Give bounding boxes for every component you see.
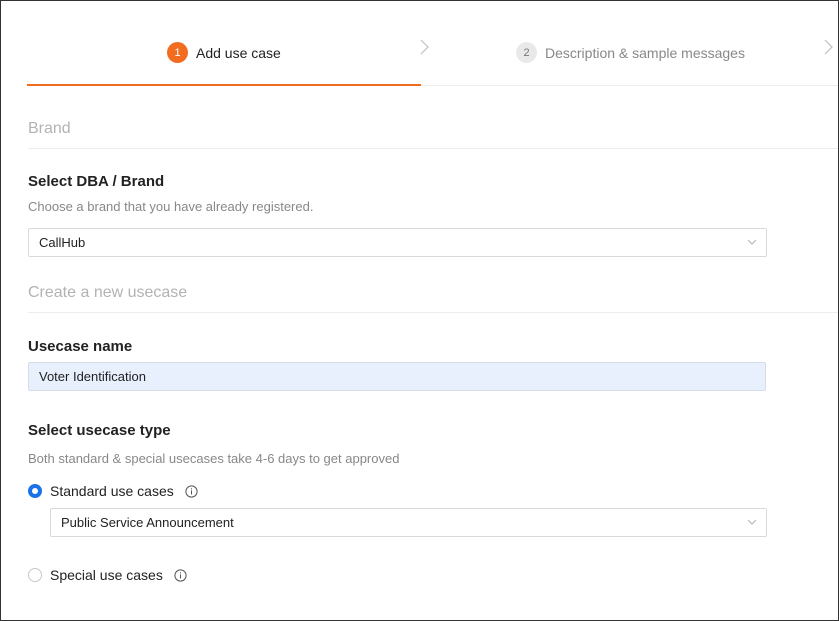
usecase-type-label: Select usecase type	[28, 422, 171, 439]
standard-radio-label: Standard use cases	[50, 483, 174, 499]
section-divider	[28, 312, 838, 313]
special-radio-label: Special use cases	[50, 567, 163, 583]
special-use-cases-option[interactable]: Special use cases	[28, 567, 187, 583]
chevron-right-icon	[420, 39, 429, 55]
section-heading-brand: Brand	[28, 120, 71, 137]
step-label: Description & sample messages	[545, 44, 745, 61]
standard-usecase-select[interactable]: Public Service Announcement	[50, 508, 767, 537]
brand-select-value: CallHub	[39, 235, 86, 250]
stepper: 1 Add use case 2 Description & sample me…	[2, 2, 839, 87]
usecase-type-help-text: Both standard & special usecases take 4-…	[28, 451, 400, 466]
step-number-badge: 1	[167, 42, 188, 63]
standard-usecase-select-value: Public Service Announcement	[61, 515, 234, 530]
standard-radio[interactable]	[28, 484, 42, 498]
standard-use-cases-option[interactable]: Standard use cases	[28, 483, 198, 499]
usecase-name-label: Usecase name	[28, 338, 133, 355]
section-heading-new-usecase: Create a new usecase	[28, 284, 188, 301]
brand-help-text: Choose a brand that you have already reg…	[28, 199, 314, 214]
info-circle-icon[interactable]	[185, 484, 198, 498]
step-number-badge: 2	[516, 42, 537, 63]
chevron-right-icon	[824, 39, 833, 55]
active-step-underline	[27, 84, 421, 86]
special-radio[interactable]	[28, 568, 42, 582]
brand-select[interactable]: CallHub	[28, 228, 767, 257]
step-label: Add use case	[196, 44, 281, 61]
step-add-use-case[interactable]: 1 Add use case	[167, 42, 281, 63]
chevron-down-icon	[747, 519, 757, 525]
brand-field-label: Select DBA / Brand	[28, 173, 165, 190]
chevron-down-icon	[747, 239, 757, 245]
step-description-sample-messages[interactable]: 2 Description & sample messages	[516, 42, 745, 63]
usecase-name-input[interactable]: Voter Identification	[28, 362, 766, 391]
info-circle-icon[interactable]	[174, 568, 187, 582]
section-divider	[28, 148, 838, 149]
window-frame: 1 Add use case 2 Description & sample me…	[0, 0, 839, 621]
